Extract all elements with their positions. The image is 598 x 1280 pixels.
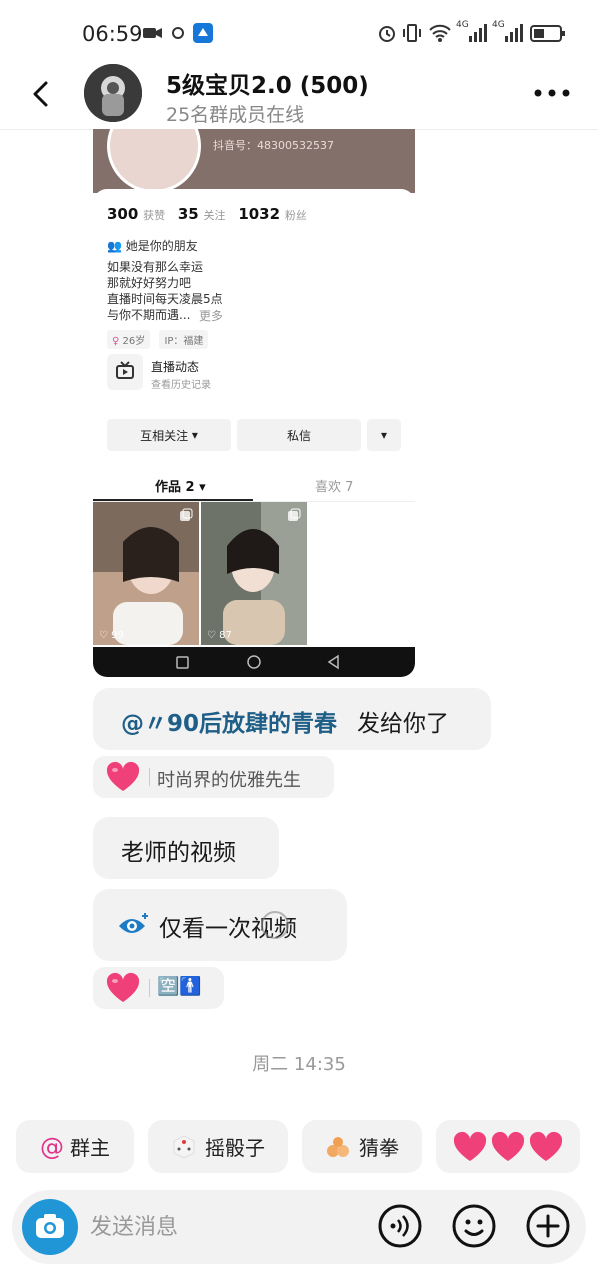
stat-likes-label: 获赞 xyxy=(143,209,166,222)
status-bar: 06:59 4G 4G xyxy=(0,0,598,64)
friend-note: 👥 她是你的朋友 xyxy=(107,237,198,254)
stat-likes-value: 300 xyxy=(107,205,139,223)
douyin-id: 抖音号：48300532537 xyxy=(213,139,334,152)
private-message-button: 私信 xyxy=(237,419,361,451)
wifi-icon xyxy=(429,24,451,42)
reactor-name: 🈳🚹 xyxy=(157,976,202,997)
view-once-video-message[interactable]: 仅看一次视频 xyxy=(93,889,347,961)
signal-icon-2 xyxy=(505,24,523,42)
friend-note-text: 她是你的朋友 xyxy=(125,239,198,253)
camera-button[interactable] xyxy=(22,1199,78,1255)
back-arrow-icon[interactable] xyxy=(28,80,56,108)
heart-icon xyxy=(106,761,140,791)
network-label-2: 4G xyxy=(492,20,505,30)
profile-card: 300 获赞 35 关注 1032 粉丝 👥 她是你的朋友 如果没有那么幸运 那… xyxy=(93,189,415,499)
age-tag: ♀ 26岁 xyxy=(107,330,151,349)
profile-tabs: 作品 2 ▾ 喜欢 7 xyxy=(93,469,415,502)
stat-fans-label: 粉丝 xyxy=(284,209,307,222)
triple-heart-icon xyxy=(453,1131,563,1161)
profile-stats: 300 获赞 35 关注 1032 粉丝 xyxy=(107,205,315,223)
view-once-eye-icon xyxy=(119,913,148,933)
video-thumbnail: ♡ 87 xyxy=(201,502,307,645)
network-label-1: 4G xyxy=(456,20,469,30)
vibrate-icon xyxy=(403,24,421,42)
age-tag-text: 26岁 xyxy=(122,336,146,347)
dice-icon xyxy=(173,1134,195,1159)
phone-nav-bar xyxy=(93,647,415,677)
message-bubble[interactable]: @〃90后放肆的青春 发给你了 xyxy=(93,688,491,750)
multi-image-icon xyxy=(180,508,193,521)
live-title: 直播动态 xyxy=(151,360,200,374)
caret-down-icon: ▾ xyxy=(191,428,198,442)
stat-following-label: 关注 xyxy=(203,209,226,222)
online-count: 25名群成员在线 xyxy=(166,104,305,126)
quick-action-owner[interactable]: @ 群主 xyxy=(16,1120,134,1173)
caret-down-icon: ▾ xyxy=(380,428,388,442)
reaction-divider xyxy=(149,979,150,997)
live-subtitle: 查看历史记录 xyxy=(151,380,211,391)
message-bubble[interactable]: 老师的视频 xyxy=(93,817,279,879)
private-message-label: 私信 xyxy=(286,428,311,443)
tab-works: 作品 2 ▾ xyxy=(155,476,206,495)
app-notification-icon xyxy=(193,23,213,43)
message-text: 发给你了 xyxy=(357,711,449,737)
mutual-follow-label: 互相关注 xyxy=(140,428,189,443)
video-thumbnail: ♡ 99 xyxy=(93,502,199,645)
tab-underline xyxy=(93,499,253,501)
message-input-bar xyxy=(12,1190,586,1264)
dropdown-button: ▾ xyxy=(367,419,401,451)
quick-action-hearts[interactable] xyxy=(436,1120,580,1173)
touch-indicator-icon xyxy=(261,911,289,939)
rock-paper-scissors-icon xyxy=(327,1136,349,1157)
thumb-like-count: ♡ 99 xyxy=(99,630,124,641)
reactor-name: 时尚界的优雅先生 xyxy=(157,770,301,791)
camera-icon xyxy=(36,1214,64,1238)
voice-icon[interactable] xyxy=(378,1204,422,1248)
at-icon: @ xyxy=(40,1132,64,1161)
heart-icon xyxy=(106,972,140,1002)
chat-title[interactable]: 5级宝贝2.0 (500) xyxy=(166,66,369,100)
tab-works-label: 作品 2 xyxy=(155,480,195,495)
thumb-like-count: ♡ 87 xyxy=(207,630,232,641)
stat-fans-value: 1032 xyxy=(238,205,281,223)
reaction-chip[interactable]: 时尚界的优雅先生 xyxy=(93,756,334,798)
video-call-icon xyxy=(143,28,162,38)
chat-header: 5级宝贝2.0 (500) 25名群成员在线 xyxy=(0,58,598,130)
quick-action-rps[interactable]: 猜拳 xyxy=(302,1120,422,1173)
group-avatar[interactable] xyxy=(84,64,142,122)
tv-icon xyxy=(107,354,143,390)
sync-icon xyxy=(172,27,184,39)
mention-link[interactable]: @〃90后放肆的青春 xyxy=(121,704,337,738)
profile-avatar xyxy=(107,129,201,193)
signal-icon-1 xyxy=(469,24,487,42)
emoji-icon[interactable] xyxy=(452,1204,496,1248)
quick-action-label: 猜拳 xyxy=(359,1136,399,1160)
ip-tag: IP：福建 xyxy=(159,330,209,349)
shared-screenshot-message[interactable]: 抖音号：48300532537 300 获赞 35 关注 1032 粉丝 👥 她… xyxy=(93,129,415,677)
bio-more-link: 更多 xyxy=(199,309,224,323)
message-input[interactable] xyxy=(90,1210,370,1244)
quick-action-label: 群主 xyxy=(70,1136,110,1160)
alarm-icon xyxy=(379,26,395,42)
quick-action-dice[interactable]: 摇骰子 xyxy=(148,1120,288,1173)
caret-down-icon: ▾ xyxy=(199,480,206,495)
more-options-icon[interactable] xyxy=(532,86,572,100)
add-icon[interactable] xyxy=(526,1204,570,1248)
profile-banner: 抖音号：48300532537 xyxy=(93,129,415,193)
reaction-divider xyxy=(149,768,150,786)
stat-following-value: 35 xyxy=(177,205,199,223)
reaction-chip[interactable]: 🈳🚹 xyxy=(93,967,224,1009)
multi-image-icon xyxy=(288,508,301,521)
quick-action-label: 摇骰子 xyxy=(205,1136,265,1160)
tab-likes: 喜欢 7 xyxy=(315,480,354,495)
live-activity-row: 直播动态 查看历史记录 xyxy=(107,354,407,394)
profile-tags: ♀ 26岁 IP：福建 xyxy=(107,330,214,349)
battery-icon xyxy=(530,25,565,42)
date-separator: 周二 14:35 xyxy=(252,1054,346,1075)
status-time: 06:59 xyxy=(82,22,143,46)
female-icon: ♀ xyxy=(112,336,120,347)
mutual-follow-button: 互相关注 ▾ xyxy=(107,419,231,451)
message-text: 老师的视频 xyxy=(121,840,236,866)
friends-icon: 👥 xyxy=(107,239,122,253)
